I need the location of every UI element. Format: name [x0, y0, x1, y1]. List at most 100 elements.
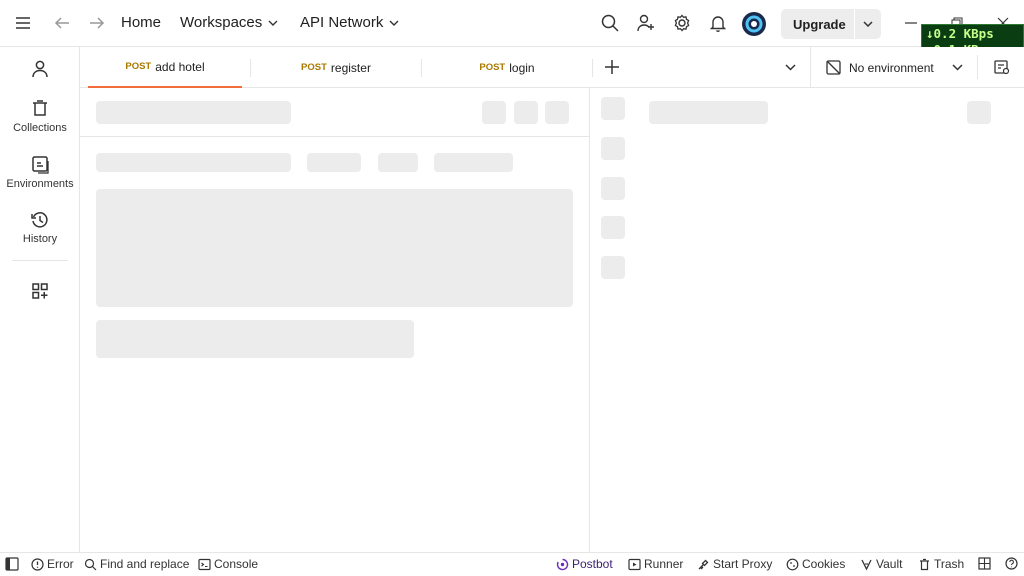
status-vault[interactable]: Vault [860, 557, 902, 571]
trash-can-icon [30, 99, 50, 119]
status-runner[interactable]: Runner [628, 557, 683, 571]
skeleton-body [96, 189, 573, 307]
nav-home[interactable]: Home [121, 14, 161, 31]
proxy-icon [698, 559, 709, 569]
skeleton-icon [601, 97, 625, 120]
search-icon [84, 558, 97, 570]
environment-quick-look-icon[interactable] [994, 60, 1010, 75]
status-console-label: Console [214, 557, 259, 571]
top-bar: Home Workspaces API Network Upgrade [0, 0, 1024, 47]
status-postbot-label: Postbot [572, 557, 613, 571]
menu-icon[interactable] [12, 12, 34, 34]
minimize-icon[interactable] [900, 12, 922, 34]
status-error[interactable]: Error [31, 557, 74, 571]
back-arrow-icon[interactable] [51, 12, 73, 34]
layout-toggle-icon[interactable] [978, 557, 991, 570]
status-trash-label: Trash [934, 557, 965, 571]
skeleton-url-bar [96, 101, 291, 124]
divider [589, 88, 590, 552]
vault-icon [861, 559, 872, 570]
chevron-down-icon [268, 20, 278, 27]
skeleton-title [649, 101, 768, 124]
skeleton-tab [307, 153, 361, 172]
download-speed: ↓0.2 KBps [926, 26, 994, 41]
error-icon [31, 557, 44, 571]
skeleton-button [545, 101, 569, 124]
skeleton-icon [601, 177, 625, 200]
sidebar-item-label: Collections [13, 122, 67, 134]
divider [854, 9, 855, 39]
status-vault-label: Vault [876, 557, 903, 571]
avatar[interactable] [741, 11, 767, 37]
status-runner-label: Runner [644, 557, 684, 571]
skeleton-icon [601, 256, 625, 279]
bell-icon[interactable] [707, 12, 729, 34]
method-badge: POST [125, 61, 152, 72]
divider [421, 59, 422, 77]
user-icon [30, 59, 50, 79]
method-badge: POST [479, 62, 506, 73]
chevron-down-icon [389, 20, 399, 27]
skeleton-icon [601, 216, 625, 239]
chevron-down-icon[interactable] [863, 21, 873, 27]
cookie-icon [786, 558, 799, 570]
settings-icon[interactable] [671, 12, 693, 34]
apps-grid-icon [30, 281, 50, 301]
invite-user-icon[interactable] [635, 12, 657, 34]
status-error-label: Error [47, 557, 74, 571]
skeleton-tab [378, 153, 418, 172]
divider [80, 136, 589, 137]
trash-icon [920, 558, 929, 570]
status-start-proxy[interactable]: Start Proxy [697, 557, 772, 571]
sidebar-item-label: History [22, 233, 58, 245]
tab-label: add hotel [155, 59, 205, 74]
skeleton-tab [434, 153, 513, 172]
sidebar: Collections Environments History [0, 47, 80, 552]
history-icon [30, 210, 50, 230]
divider [592, 59, 593, 77]
sidebar-item-profile[interactable] [0, 59, 80, 79]
upgrade-button[interactable]: Upgrade [781, 9, 881, 39]
tab-register[interactable]: POST register [258, 47, 414, 88]
skeleton-button [482, 101, 506, 124]
status-bar: Error Find and replace Console Postbot R… [0, 552, 1024, 576]
sidebar-item-collections[interactable]: Collections [0, 99, 80, 134]
sidebar-item-history[interactable]: History [0, 210, 80, 245]
environment-selector[interactable]: No environment [810, 47, 975, 88]
tabs-dropdown-chevron-icon[interactable] [785, 64, 796, 71]
postbot-icon [556, 558, 569, 570]
skeleton-icon [601, 137, 625, 160]
status-postbot[interactable]: Postbot [556, 557, 613, 571]
search-icon[interactable] [599, 12, 621, 34]
status-find-replace[interactable]: Find and replace [84, 557, 189, 571]
tab-bar: POST add hotel POST register POST login … [80, 47, 1024, 88]
tab-login[interactable]: POST login [430, 47, 584, 88]
method-badge: POST [301, 62, 327, 73]
help-icon[interactable] [1005, 557, 1018, 570]
status-trash[interactable]: Trash [918, 557, 964, 571]
divider [977, 55, 978, 79]
chevron-down-icon [952, 64, 963, 71]
sidebar-item-label: Environments [6, 178, 74, 190]
status-proxy-label: Start Proxy [713, 557, 773, 571]
nav-workspaces[interactable]: Workspaces [180, 14, 278, 31]
upgrade-label: Upgrade [793, 17, 846, 32]
console-icon [198, 558, 211, 570]
status-cookies-label: Cookies [802, 557, 846, 571]
no-environment-icon [826, 60, 841, 75]
sidebar-item-apps[interactable] [0, 281, 80, 301]
forward-arrow-icon[interactable] [86, 12, 108, 34]
sidebar-item-environments[interactable]: Environments [0, 155, 80, 190]
nav-workspaces-label: Workspaces [180, 14, 263, 31]
status-find-label: Find and replace [100, 557, 190, 571]
tab-add-hotel[interactable]: POST add hotel [88, 47, 242, 88]
divider [250, 59, 251, 77]
status-console[interactable]: Console [198, 557, 258, 571]
environment-label: No environment [849, 61, 934, 75]
sidebar-toggle-icon[interactable] [5, 557, 19, 571]
status-cookies[interactable]: Cookies [786, 557, 845, 571]
new-tab-plus-icon[interactable] [605, 60, 619, 74]
skeleton-footer [96, 320, 414, 358]
nav-api-network[interactable]: API Network [300, 14, 399, 31]
divider [12, 260, 68, 261]
